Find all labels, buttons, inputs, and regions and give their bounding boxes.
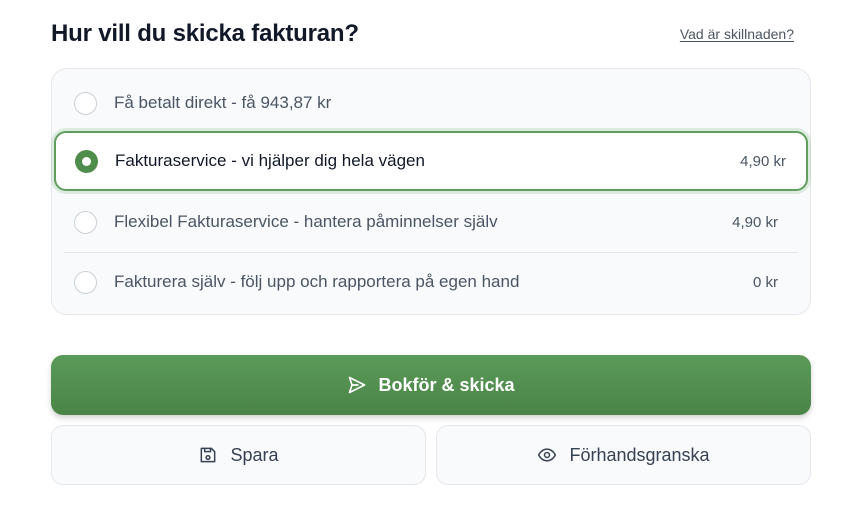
option-fakturaservice[interactable]: Fakturaservice - vi hjälper dig hela väg… [54, 131, 808, 191]
save-label: Spara [230, 444, 279, 465]
radio-unchecked-icon[interactable] [74, 91, 97, 115]
option-label: Fakturera själv - följ upp och rapporter… [114, 272, 520, 291]
option-flexibel-fakturaservice[interactable]: Flexibel Fakturaservice - hantera påminn… [64, 194, 800, 250]
header: Hur vill du skicka fakturan? Vad är skil… [51, 18, 794, 50]
option-label: Flexibel Fakturaservice - hantera påminn… [114, 212, 498, 231]
option-fakturera-sjalv[interactable]: Fakturera själv - följ upp och rapporter… [64, 254, 800, 310]
send-icon [347, 375, 367, 395]
option-price: 4,90 kr [732, 213, 778, 231]
difference-help-link[interactable]: Vad är skillnaden? [680, 26, 794, 42]
book-and-send-label: Bokför & skicka [378, 374, 515, 395]
option-price: 4,90 kr [740, 152, 786, 170]
send-method-options: Få betalt direkt - få 943,87 kr Fakturas… [51, 68, 811, 315]
page-title: Hur vill du skicka fakturan? [51, 20, 359, 47]
option-label: Få betalt direkt - få 943,87 kr [114, 93, 332, 112]
book-and-send-button[interactable]: Bokför & skicka [51, 355, 811, 415]
option-direct-payment[interactable]: Få betalt direkt - få 943,87 kr [64, 75, 800, 131]
option-label: Fakturaservice - vi hjälper dig hela väg… [115, 151, 425, 170]
preview-button[interactable]: Förhandsgranska [436, 425, 811, 485]
preview-label: Förhandsgranska [569, 444, 710, 465]
option-divider [64, 252, 798, 253]
radio-checked-icon[interactable] [75, 149, 98, 173]
invoice-send-page: Hur vill du skicka fakturan? Vad är skil… [0, 0, 862, 512]
option-price: 0 kr [752, 273, 778, 291]
radio-unchecked-icon[interactable] [74, 270, 97, 294]
save-icon [198, 445, 218, 465]
radio-unchecked-icon[interactable] [74, 210, 97, 234]
save-button[interactable]: Spara [51, 425, 426, 485]
eye-icon [537, 445, 557, 465]
